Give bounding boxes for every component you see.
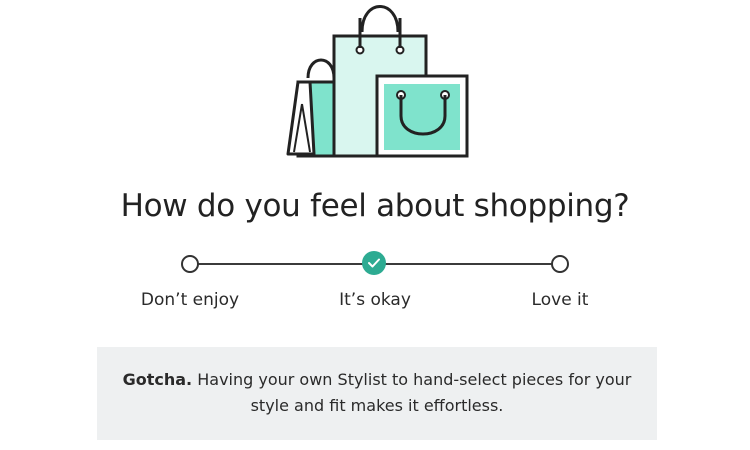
shopping-bags-icon: [286, 5, 469, 158]
option-dont-enjoy-radio[interactable]: [181, 255, 199, 273]
option-its-okay-radio[interactable]: [362, 251, 386, 275]
option-love-it-label[interactable]: Love it: [532, 290, 589, 310]
option-its-okay-label[interactable]: It’s okay: [339, 290, 411, 310]
checkmark-icon: [368, 258, 380, 268]
option-love-it-radio[interactable]: [551, 255, 569, 273]
question-title: How do you feel about shopping?: [120, 188, 630, 224]
feeling-scale: Don’t enjoy It’s okay Love it: [0, 250, 750, 320]
feedback-text: Having your own Stylist to hand-select p…: [197, 370, 632, 415]
option-dont-enjoy-label[interactable]: Don’t enjoy: [141, 290, 239, 310]
feedback-message: Gotcha. Having your own Stylist to hand-…: [97, 347, 657, 440]
shopping-bags-illustration: [280, 4, 480, 160]
feedback-lead: Gotcha.: [122, 370, 193, 389]
